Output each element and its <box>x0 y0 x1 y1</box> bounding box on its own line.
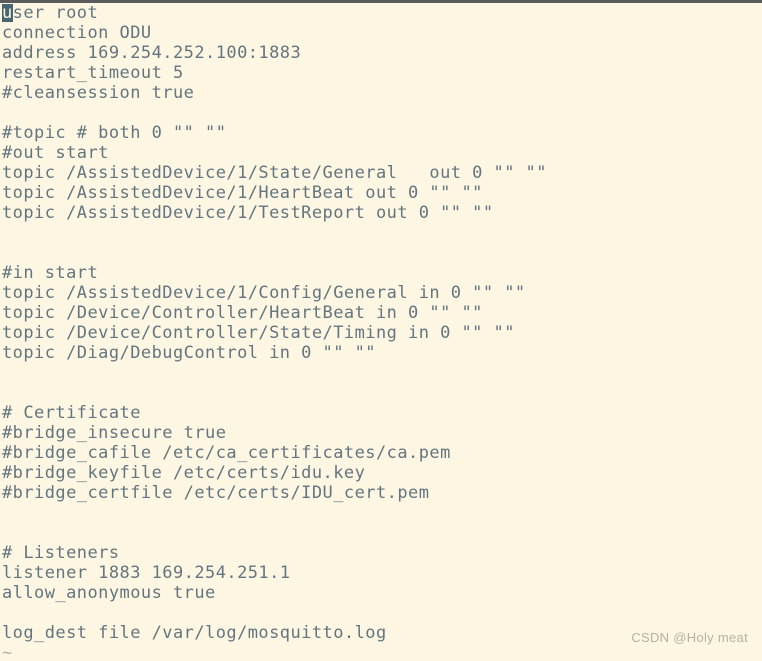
code-line[interactable]: #in start <box>0 263 762 283</box>
code-line[interactable]: # Listeners <box>0 543 762 563</box>
code-line[interactable]: allow_anonymous true <box>0 583 762 603</box>
code-line[interactable]: topic /AssistedDevice/1/TestReport out 0… <box>0 203 762 223</box>
code-line[interactable]: user root <box>0 3 762 23</box>
code-line[interactable]: #bridge_insecure true <box>0 423 762 443</box>
code-line[interactable]: topic /Device/Controller/State/Timing in… <box>0 323 762 343</box>
watermark-label: CSDN @Holy meat <box>631 630 748 645</box>
code-line[interactable]: listener 1883 169.254.251.1 <box>0 563 762 583</box>
code-line[interactable]: #bridge_certfile /etc/certs/IDU_cert.pem <box>0 483 762 503</box>
code-lines-container[interactable]: user root connection ODU address 169.254.2… <box>0 3 762 643</box>
code-line[interactable]: #bridge_keyfile /etc/certs/idu.key <box>0 463 762 483</box>
terminal-window: user root connection ODU address 169.254.2… <box>0 0 762 661</box>
empty-buffer-tilde: ~ <box>2 643 13 661</box>
code-line-blank[interactable] <box>0 363 762 383</box>
code-line-blank[interactable] <box>0 223 762 243</box>
code-line[interactable]: #topic # both 0 "" "" <box>0 123 762 143</box>
code-line-blank[interactable] <box>0 103 762 123</box>
code-line-blank[interactable] <box>0 383 762 403</box>
code-line[interactable]: topic /AssistedDevice/1/Config/General i… <box>0 283 762 303</box>
code-line[interactable]: #out start <box>0 143 762 163</box>
code-line[interactable]: # Certificate <box>0 403 762 423</box>
code-line[interactable]: topic /AssistedDevice/1/State/General ou… <box>0 163 762 183</box>
code-line-blank[interactable] <box>0 503 762 523</box>
code-line[interactable]: topic /Device/Controller/HeartBeat in 0 … <box>0 303 762 323</box>
code-line[interactable]: #cleansession true <box>0 83 762 103</box>
code-line[interactable]: #bridge_cafile /etc/ca_certificates/ca.p… <box>0 443 762 463</box>
code-line[interactable]: restart_timeout 5 <box>0 63 762 83</box>
cursor-character: u <box>2 3 13 23</box>
code-line-blank[interactable] <box>0 243 762 263</box>
code-line[interactable]: address 169.254.252.100:1883 <box>0 43 762 63</box>
code-line[interactable]: topic /Diag/DebugControl in 0 "" "" <box>0 343 762 363</box>
code-line[interactable]: topic /AssistedDevice/1/HeartBeat out 0 … <box>0 183 762 203</box>
code-line[interactable]: connection ODU <box>0 23 762 43</box>
code-line-blank[interactable] <box>0 603 762 623</box>
text-editor-buffer[interactable]: user root connection ODU address 169.254.2… <box>0 3 762 661</box>
code-line-blank[interactable] <box>0 523 762 543</box>
